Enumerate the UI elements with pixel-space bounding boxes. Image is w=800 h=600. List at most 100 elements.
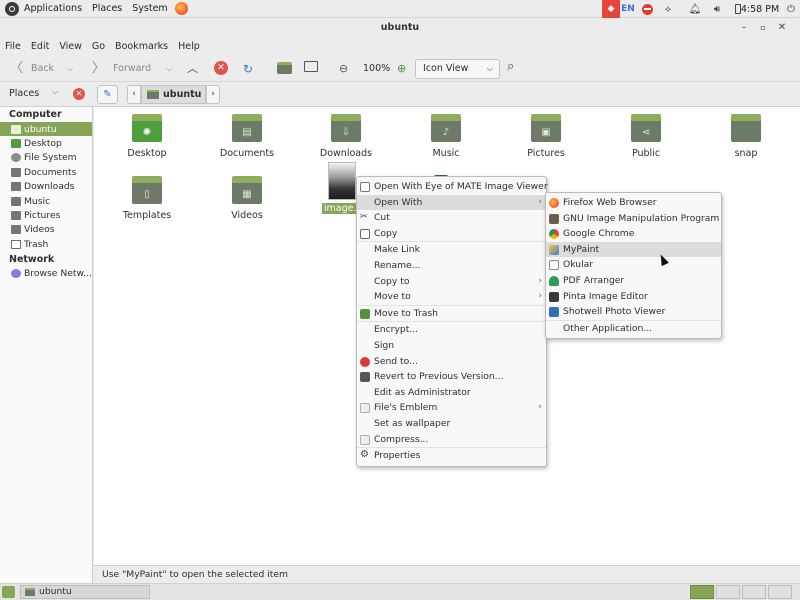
sidebar-item-desktop[interactable]: Desktop: [0, 136, 92, 150]
trash-icon: [11, 239, 21, 249]
menu-item-sign[interactable]: Sign: [357, 338, 546, 354]
firefox-launcher[interactable]: [173, 0, 190, 18]
close-sidebar-button[interactable]: ✕: [73, 88, 85, 100]
sidebar-item-trash[interactable]: Trash: [0, 237, 92, 251]
path-right-arrow[interactable]: ›: [206, 85, 220, 104]
forward-arrow-icon[interactable]: 〉: [92, 60, 105, 78]
menu-item-files-emblem[interactable]: File's Emblem ›: [357, 400, 546, 416]
app-gimp[interactable]: GNU Image Manipulation Program: [546, 211, 721, 227]
menu-item-move-to[interactable]: Move to ›: [357, 289, 546, 305]
app-pinta[interactable]: Pinta Image Editor: [546, 289, 721, 305]
sidebar-item-ubuntu[interactable]: ubuntu: [0, 122, 92, 137]
app-chrome[interactable]: Google Chrome: [546, 226, 721, 242]
menu-edit[interactable]: Edit: [26, 41, 54, 52]
file-desktop[interactable]: ✺ Desktop: [107, 114, 187, 159]
file-downloads[interactable]: ⇩ Downloads: [306, 114, 386, 159]
back-history-chevron-icon[interactable]: ⌵: [67, 60, 73, 78]
menu-bookmarks[interactable]: Bookmarks: [110, 41, 173, 52]
up-icon[interactable]: ︿: [187, 60, 198, 78]
no-entry-icon[interactable]: [640, 0, 654, 18]
menu-item-send-to[interactable]: Send to...: [357, 354, 546, 370]
notification-bell-icon[interactable]: 🔔︎: [688, 0, 702, 18]
forward-button[interactable]: Forward: [113, 60, 151, 78]
app-pdf-arranger[interactable]: PDF Arranger: [546, 273, 721, 289]
zoom-level[interactable]: 100%: [363, 60, 390, 78]
workspace-3[interactable]: [742, 585, 766, 599]
edit-location-button[interactable]: ✎: [97, 85, 118, 104]
path-segment-ubuntu[interactable]: ubuntu: [141, 85, 206, 104]
keyboard-layout-indicator[interactable]: EN: [620, 0, 636, 18]
sidebar-item-file-system[interactable]: File System: [0, 151, 92, 165]
mate-logo-icon: [5, 1, 19, 16]
menu-item-cut[interactable]: ✂ Cut: [357, 210, 546, 226]
menu-item-open-with-eog[interactable]: Open With Eye of MATE Image Viewer: [357, 179, 548, 195]
workspace-2[interactable]: [716, 585, 740, 599]
app-okular[interactable]: Okular: [546, 257, 721, 273]
taskbar-window-button[interactable]: ubuntu: [20, 585, 150, 599]
menu-go[interactable]: Go: [87, 41, 110, 52]
power-icon[interactable]: ⏻: [784, 0, 798, 18]
menu-item-move-to-trash[interactable]: Move to Trash: [357, 306, 546, 322]
sidebar-item-browse-network[interactable]: Browse Netw...: [0, 267, 92, 281]
path-left-arrow[interactable]: ‹: [127, 85, 141, 104]
window-titlebar[interactable]: ubuntu – ▫ ✕: [0, 18, 800, 38]
menu-item-copy[interactable]: Copy: [357, 226, 546, 242]
app-shotwell[interactable]: Shotwell Photo Viewer: [546, 304, 721, 320]
show-desktop-button[interactable]: [2, 586, 15, 598]
app-firefox[interactable]: Firefox Web Browser: [546, 195, 721, 211]
menu-view[interactable]: View: [54, 41, 87, 52]
menu-item-make-link[interactable]: Make Link: [357, 242, 546, 258]
network-icon[interactable]: ⟡: [661, 0, 675, 18]
places-dropdown-icon[interactable]: ⌵: [52, 87, 58, 97]
menu-file[interactable]: File: [0, 41, 26, 52]
menu-item-open-with[interactable]: Open With ›: [357, 194, 546, 211]
system-menu[interactable]: System: [127, 0, 172, 18]
computer-icon[interactable]: [304, 61, 318, 72]
applications-menu[interactable]: Applications: [0, 0, 87, 18]
file-pictures[interactable]: ▣ Pictures: [506, 114, 586, 159]
sidebar-item-documents[interactable]: Documents: [0, 165, 92, 179]
sidebar-item-videos[interactable]: Videos: [0, 223, 92, 237]
app-mypaint[interactable]: MyPaint: [546, 241, 721, 258]
reload-icon[interactable]: ↻: [243, 60, 253, 78]
file-documents[interactable]: ▤ Documents: [207, 114, 287, 159]
menu-item-revert[interactable]: Revert to Previous Version...: [357, 369, 546, 385]
workspace-1[interactable]: [690, 585, 714, 599]
menu-item-compress[interactable]: Compress...: [357, 432, 546, 448]
clock[interactable]: 4:58 PM: [735, 0, 785, 18]
sidebar-item-downloads[interactable]: Downloads: [0, 180, 92, 194]
close-button[interactable]: ✕: [776, 22, 788, 34]
file-music[interactable]: ♪ Music: [406, 114, 486, 159]
maximize-button[interactable]: ▫: [757, 22, 769, 34]
file-videos[interactable]: ▦ Videos: [207, 176, 287, 221]
menu-item-set-wallpaper[interactable]: Set as wallpaper: [357, 416, 546, 432]
bottom-panel: ubuntu: [0, 583, 800, 600]
back-button[interactable]: Back: [31, 60, 54, 78]
zoom-out-icon[interactable]: ⊖: [339, 60, 348, 78]
forward-history-chevron-icon[interactable]: ⌵: [166, 60, 172, 78]
file-snap[interactable]: snap: [706, 114, 786, 159]
anydesk-icon[interactable]: ◆: [602, 0, 620, 18]
zoom-in-icon[interactable]: ⊕: [397, 60, 406, 78]
volume-icon[interactable]: 🔊︎: [710, 0, 724, 18]
back-arrow-icon[interactable]: 〈: [10, 60, 23, 78]
places-menu[interactable]: Places: [87, 0, 127, 18]
view-mode-select[interactable]: Icon View ⌵: [415, 59, 500, 79]
sidebar-item-music[interactable]: Music: [0, 194, 92, 208]
sidebar-item-pictures[interactable]: Pictures: [0, 208, 92, 222]
menu-item-encrypt[interactable]: Encrypt...: [357, 322, 546, 338]
minimize-button[interactable]: –: [738, 22, 750, 34]
menu-item-properties[interactable]: ⚙ Properties: [357, 448, 546, 464]
menu-item-edit-as-admin[interactable]: Edit as Administrator: [357, 385, 546, 401]
home-folder-icon[interactable]: [277, 62, 292, 74]
menu-help[interactable]: Help: [173, 41, 205, 52]
menu-item-rename[interactable]: Rename...: [357, 258, 546, 274]
file-templates[interactable]: ▯ Templates: [107, 176, 187, 221]
stop-button[interactable]: ✕: [214, 61, 228, 75]
workspace-4[interactable]: [768, 585, 792, 599]
file-public[interactable]: ⋖ Public: [606, 114, 686, 159]
copy-icon: [360, 228, 370, 239]
app-other[interactable]: Other Application...: [546, 321, 721, 337]
search-icon[interactable]: ⌕: [507, 58, 514, 76]
menu-item-copy-to[interactable]: Copy to ›: [357, 274, 546, 290]
